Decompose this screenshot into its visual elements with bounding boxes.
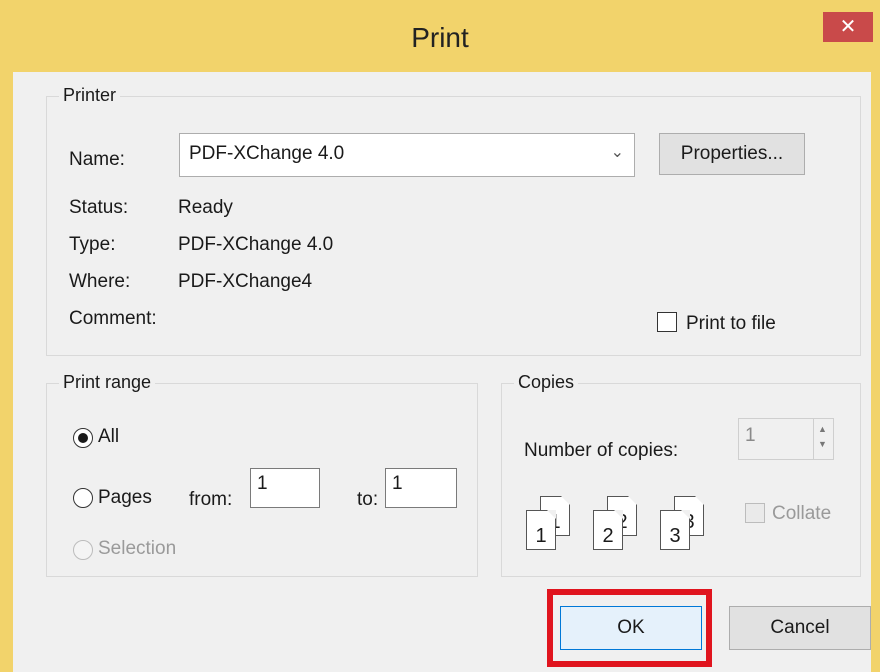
dialog-title: Print [411, 22, 469, 53]
collate-page-set-1: 1 1 [526, 496, 572, 552]
print-to-file-label[interactable]: Print to file [686, 313, 776, 335]
printer-group: Printer Name: PDF-XChange 4.0 ⌄ Properti… [46, 85, 861, 356]
status-label: Status: [69, 197, 129, 218]
number-of-copies-label: Number of copies: [524, 440, 679, 461]
name-label: Name: [69, 149, 125, 170]
collate-label[interactable]: Collate [772, 503, 831, 525]
all-radio[interactable] [73, 428, 93, 448]
comment-label: Comment: [69, 308, 157, 329]
pages-label[interactable]: Pages [98, 487, 152, 509]
from-page-input[interactable]: 1 [250, 468, 320, 508]
collate-page-set-2: 2 2 [593, 496, 639, 552]
collate-page-set-3: 3 3 [660, 496, 706, 552]
collate-checkbox[interactable] [745, 503, 765, 523]
copies-group: Copies Number of copies: 1 ▲ ▼ 1 1 2 2 3… [501, 372, 861, 577]
title-bar[interactable]: Print ✕ [0, 0, 880, 80]
selection-radio[interactable] [73, 540, 93, 560]
dialog-body: Printer Name: PDF-XChange 4.0 ⌄ Properti… [13, 72, 871, 672]
print-dialog: Print ✕ Printer Name: PDF-XChange 4.0 ⌄ … [0, 0, 880, 672]
printer-name-value: PDF-XChange 4.0 [189, 143, 345, 164]
ok-button-highlight [547, 589, 712, 667]
selection-label[interactable]: Selection [98, 538, 176, 560]
copies-value: 1 [745, 425, 756, 446]
print-range-group: Print range All Pages from: 1 to: 1 Sele… [46, 372, 478, 577]
to-label: to: [357, 489, 379, 510]
pages-radio[interactable] [73, 488, 93, 508]
from-label: from: [189, 489, 233, 510]
chevron-down-icon: ⌄ [610, 144, 624, 161]
close-button[interactable]: ✕ [823, 12, 873, 42]
printer-group-label: Printer [59, 85, 121, 106]
spin-up-icon[interactable]: ▲ [818, 424, 827, 434]
type-label: Type: [69, 234, 116, 255]
type-value: PDF-XChange 4.0 [178, 234, 334, 255]
properties-button[interactable]: Properties... [659, 133, 805, 175]
page-icon-front: 2 [593, 510, 623, 550]
copies-group-label: Copies [514, 372, 579, 393]
spin-down-icon[interactable]: ▼ [818, 439, 827, 449]
copies-input[interactable]: 1 ▲ ▼ [738, 418, 834, 460]
print-range-group-label: Print range [59, 372, 156, 393]
print-to-file-checkbox[interactable] [657, 312, 677, 332]
where-value: PDF-XChange4 [178, 271, 313, 292]
all-label[interactable]: All [98, 426, 119, 448]
status-value: Ready [178, 197, 233, 218]
page-icon-front: 3 [660, 510, 690, 550]
printer-name-dropdown[interactable]: PDF-XChange 4.0 ⌄ [179, 133, 635, 177]
where-label: Where: [69, 271, 131, 292]
cancel-button[interactable]: Cancel [729, 606, 871, 650]
page-icon-front: 1 [526, 510, 556, 550]
copies-spinner[interactable]: ▲ ▼ [813, 419, 833, 459]
to-page-input[interactable]: 1 [385, 468, 457, 508]
close-icon: ✕ [839, 16, 857, 38]
